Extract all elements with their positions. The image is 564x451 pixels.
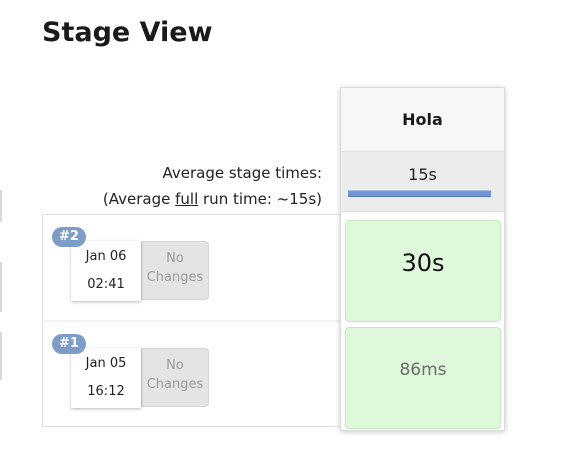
build-row: #2 Jan 06 02:41 No Changes [43, 215, 342, 321]
average-full-run-time: (Average full run time: ~15s) [42, 186, 322, 212]
stage-average-progress-bar [348, 190, 491, 197]
stage-average-time: 15s [408, 165, 437, 184]
stage-cell-success[interactable]: 30s [345, 220, 501, 322]
build-date: Jan 05 [85, 356, 127, 371]
changes-box[interactable]: No Changes [141, 348, 209, 407]
stage-average-cell: 15s [341, 152, 504, 212]
stage-duration: 86ms [399, 360, 447, 380]
stage-average-progress-fill [348, 190, 491, 197]
build-date-card[interactable]: Jan 05 16:12 [71, 348, 141, 408]
build-time: 16:12 [87, 384, 125, 399]
average-times-summary: Average stage times: (Average full run t… [42, 160, 322, 212]
stage-view-page: Stage View Average stage times: (Average… [0, 0, 564, 451]
average-full-suffix: run time: ~15s) [198, 190, 322, 208]
changes-line-1: No [166, 251, 184, 266]
build-time: 02:41 [87, 277, 125, 292]
average-stage-times-label: Average stage times: [162, 164, 322, 182]
left-edge-divider [0, 262, 2, 312]
changes-line-2: Changes [146, 270, 204, 285]
changes-line-2: Changes [146, 377, 204, 392]
build-row: #1 Jan 05 16:12 No Changes [43, 322, 342, 428]
left-edge-divider [0, 190, 2, 222]
stage-duration: 30s [401, 249, 445, 277]
build-number-badge[interactable]: #2 [52, 227, 86, 247]
changes-box[interactable]: No Changes [141, 241, 209, 300]
full-run-link[interactable]: full [175, 190, 198, 208]
build-history-rows: #2 Jan 06 02:41 No Changes #1 Jan 05 16:… [42, 214, 342, 428]
build-date: Jan 06 [85, 249, 127, 264]
build-date-card[interactable]: Jan 06 02:41 [71, 241, 141, 301]
stage-cell-success[interactable]: 86ms [345, 327, 501, 429]
page-title: Stage View [42, 17, 213, 48]
stage-column-hola: Hola 15s 30s 86ms [340, 87, 505, 431]
average-full-prefix: (Average [102, 190, 176, 208]
stage-header[interactable]: Hola [341, 88, 504, 152]
build-number-badge[interactable]: #1 [52, 334, 86, 354]
left-edge-divider [0, 332, 2, 380]
changes-line-1: No [166, 358, 184, 373]
